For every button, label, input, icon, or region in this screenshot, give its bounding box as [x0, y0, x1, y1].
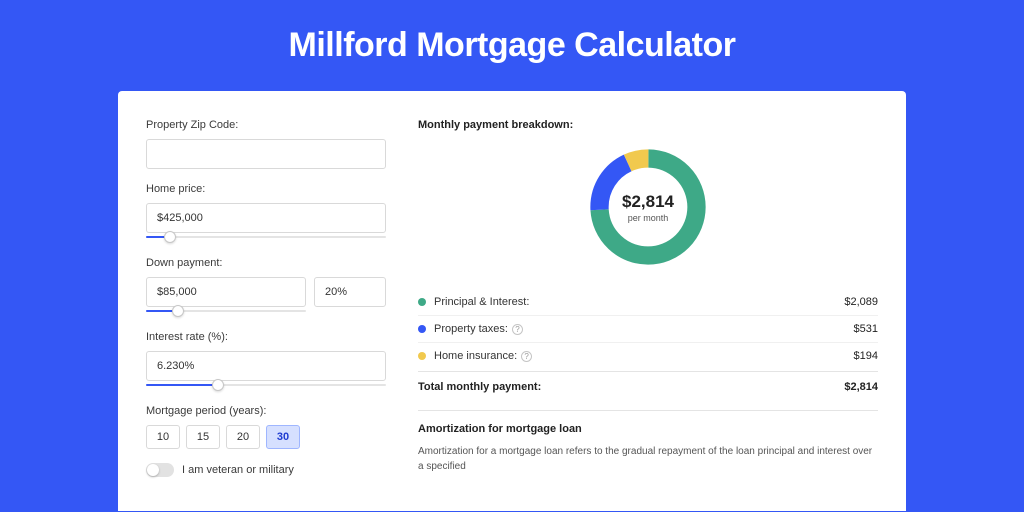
period-options: 10152030	[146, 425, 386, 449]
down-payment-pct-input[interactable]	[314, 277, 386, 307]
veteran-row: I am veteran or military	[146, 463, 386, 477]
donut-sub: per month	[628, 213, 669, 223]
legend: Principal & Interest: $2,089 Property taxe…	[418, 289, 878, 369]
legend-value: $531	[854, 323, 878, 335]
slider-track	[146, 236, 386, 238]
legend-value: $194	[854, 350, 878, 362]
donut-chart: $2,814 per month	[584, 143, 712, 271]
amortization-body: Amortization for a mortgage loan refers …	[418, 445, 878, 474]
interest-field-group: Interest rate (%):	[146, 331, 386, 391]
breakdown-panel: Monthly payment breakdown: $2,814 per mo…	[418, 119, 878, 511]
slider-thumb[interactable]	[172, 305, 184, 317]
legend-dot	[418, 352, 426, 360]
slider-thumb[interactable]	[212, 379, 224, 391]
legend-row-principal: Principal & Interest: $2,089	[418, 289, 878, 316]
period-option-30[interactable]: 30	[266, 425, 300, 449]
amortization-section: Amortization for mortgage loan Amortizat…	[418, 410, 878, 474]
down-payment-input[interactable]	[146, 277, 306, 307]
period-option-10[interactable]: 10	[146, 425, 180, 449]
page-title: Millford Mortgage Calculator	[0, 26, 1024, 65]
legend-row-taxes: Property taxes:? $531	[418, 316, 878, 343]
period-label: Mortgage period (years):	[146, 405, 386, 417]
donut-chart-wrap: $2,814 per month	[418, 143, 878, 271]
total-value: $2,814	[844, 381, 878, 393]
down-payment-label: Down payment:	[146, 257, 386, 269]
zip-field-group: Property Zip Code:	[146, 119, 386, 169]
veteran-toggle[interactable]	[146, 463, 174, 477]
info-icon[interactable]: ?	[521, 351, 532, 362]
donut-center: $2,814 per month	[584, 143, 712, 271]
legend-value: $2,089	[844, 296, 878, 308]
home-price-label: Home price:	[146, 183, 386, 195]
info-icon[interactable]: ?	[512, 324, 523, 335]
legend-label: Property taxes:	[434, 323, 508, 335]
legend-label: Principal & Interest:	[434, 296, 529, 308]
zip-label: Property Zip Code:	[146, 119, 386, 131]
calculator-card: Property Zip Code: Home price: Down paym…	[118, 91, 906, 511]
breakdown-title: Monthly payment breakdown:	[418, 119, 878, 131]
total-label: Total monthly payment:	[418, 381, 541, 393]
down-payment-slider[interactable]	[146, 305, 306, 317]
legend-label: Home insurance:	[434, 350, 517, 362]
period-option-15[interactable]: 15	[186, 425, 220, 449]
amortization-title: Amortization for mortgage loan	[418, 423, 878, 435]
period-option-20[interactable]: 20	[226, 425, 260, 449]
interest-slider[interactable]	[146, 379, 386, 391]
home-price-field-group: Home price:	[146, 183, 386, 243]
home-price-slider[interactable]	[146, 231, 386, 243]
form-panel: Property Zip Code: Home price: Down paym…	[146, 119, 386, 511]
legend-dot	[418, 298, 426, 306]
slider-thumb[interactable]	[164, 231, 176, 243]
legend-row-insurance: Home insurance:? $194	[418, 343, 878, 369]
interest-input[interactable]	[146, 351, 386, 381]
period-field-group: Mortgage period (years): 10152030	[146, 405, 386, 449]
total-row: Total monthly payment: $2,814	[418, 371, 878, 404]
legend-dot	[418, 325, 426, 333]
home-price-input[interactable]	[146, 203, 386, 233]
veteran-label: I am veteran or military	[182, 464, 294, 476]
slider-fill	[146, 384, 218, 386]
zip-input[interactable]	[146, 139, 386, 169]
donut-amount: $2,814	[622, 192, 674, 212]
down-payment-field-group: Down payment:	[146, 257, 386, 317]
interest-label: Interest rate (%):	[146, 331, 386, 343]
